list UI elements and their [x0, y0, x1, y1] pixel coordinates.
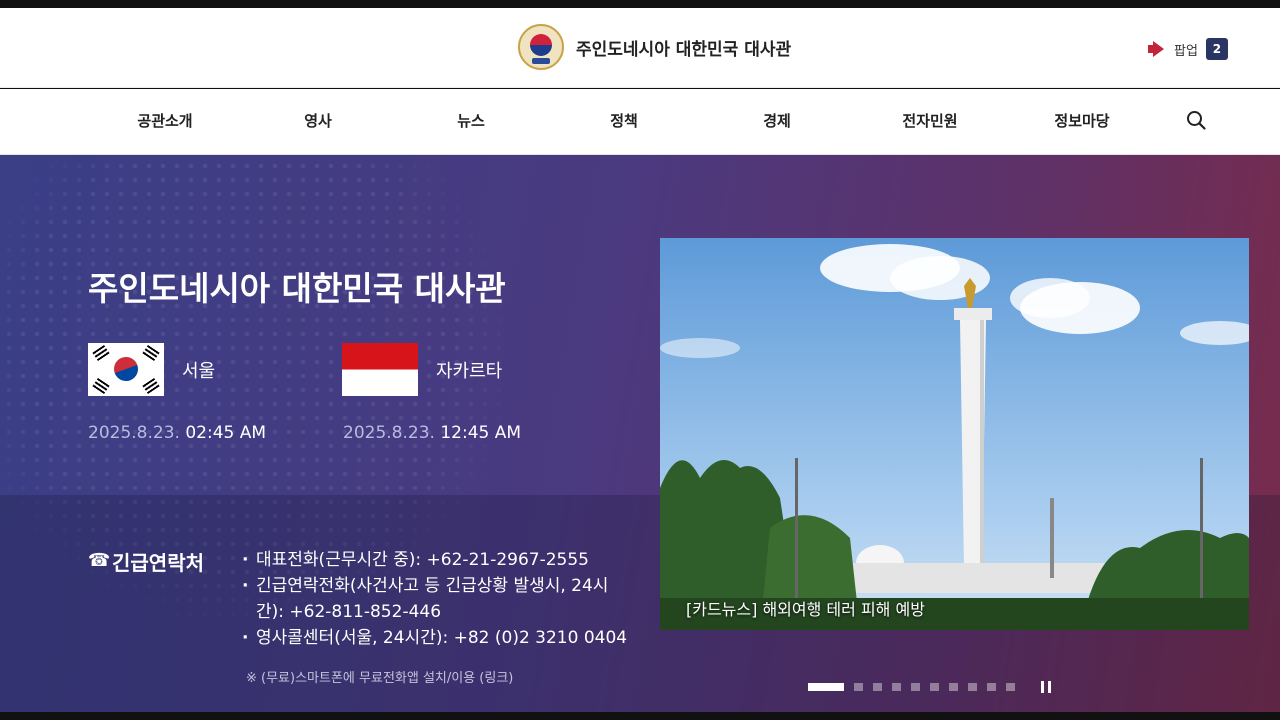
nav-item-policy[interactable]: 정책 [610, 110, 638, 131]
news-caption: [카드뉴스] 해외여행 테러 피해 예방 [686, 600, 925, 619]
top-edge [0, 0, 1280, 8]
monas-photo [660, 238, 1249, 630]
main-nav: 공관소개 영사 뉴스 정책 경제 전자민원 정보마당 [0, 89, 1280, 155]
nav-item-consular[interactable]: 영사 [304, 110, 332, 131]
contact-item-call-center: 영사콜센터(서울, 24시간): +82 (0)2 3210 0404 [242, 625, 632, 651]
contact-item-emergency: 긴급연락전화(사건사고 등 긴급상황 발생시, 24시간): +62-811-8… [242, 573, 632, 625]
megaphone-icon [1148, 41, 1166, 57]
seoul-time: 2025.8.23. 02:45 AM [88, 423, 266, 443]
emergency-contact-list: 대표전화(근무시간 중): +62-21-2967-2555 긴급연락전화(사건… [242, 547, 632, 651]
date-text: 2025.8.23. [88, 423, 180, 443]
slide-dot-9[interactable] [987, 683, 996, 691]
popup-count-badge: 2 [1205, 38, 1228, 60]
site-header: 주인도네시아 대한민국 대사관 팝업 2 [0, 8, 1280, 88]
nav-item-news[interactable]: 뉴스 [457, 110, 485, 131]
slide-dot-7[interactable] [949, 683, 958, 691]
embassy-emblem-icon [518, 24, 564, 70]
slide-dot-4[interactable] [892, 683, 901, 691]
nav-item-about[interactable]: 공관소개 [137, 110, 192, 131]
nav-item-economy[interactable]: 경제 [763, 110, 791, 131]
site-logo[interactable]: 주인도네시아 대한민국 대사관 [518, 24, 791, 70]
slide-dot-3[interactable] [873, 683, 882, 691]
indonesia-flag-icon [342, 343, 418, 396]
slide-dot-1[interactable] [808, 683, 844, 691]
popup-label: 팝업 [1174, 43, 1198, 59]
popup-button[interactable]: 팝업 2 [1148, 38, 1228, 60]
jakarta-time: 2025.8.23. 12:45 AM [343, 423, 521, 443]
free-call-app-link[interactable]: ※ (무료)스마트폰에 무료전화앱 설치/이용 (링크) [246, 667, 513, 686]
hero-title: 주인도네시아 대한민국 대사관 [88, 269, 506, 308]
hero-section: 주인도네시아 대한민국 대사관 서울 2025.8.23. 02:45 AM 자… [0, 155, 1280, 712]
slide-dot-8[interactable] [968, 683, 977, 691]
nav-item-info[interactable]: 정보마당 [1054, 110, 1109, 131]
contact-item-main: 대표전화(근무시간 중): +62-21-2967-2555 [242, 547, 632, 573]
date-text: 2025.8.23. [343, 423, 435, 443]
slider-pagination [808, 683, 1015, 691]
bottom-edge [0, 712, 1280, 720]
nav-item-e-services[interactable]: 전자민원 [902, 110, 957, 131]
city-seoul: 서울 [88, 343, 215, 396]
time-text: 02:45 AM [185, 423, 267, 443]
search-icon[interactable] [1186, 110, 1206, 130]
slide-dot-10[interactable] [1006, 683, 1015, 691]
korea-flag-icon [88, 343, 164, 396]
city-name: 서울 [182, 360, 216, 382]
city-jakarta: 자카르타 [342, 343, 502, 396]
slide-dot-6[interactable] [930, 683, 939, 691]
slider-pause-button[interactable] [1041, 681, 1051, 693]
site-title: 주인도네시아 대한민국 대사관 [576, 39, 792, 60]
time-text: 12:45 AM [440, 423, 522, 443]
news-slide-card[interactable]: [카드뉴스] 해외여행 테러 피해 예방 [660, 238, 1249, 630]
slide-dot-2[interactable] [854, 683, 863, 691]
emergency-contact-label: 긴급연락처 [112, 551, 204, 575]
city-name: 자카르타 [436, 360, 503, 382]
emergency-contact-heading: 긴급연락처 [88, 547, 204, 576]
slide-dot-5[interactable] [911, 683, 920, 691]
phone-icon [88, 550, 110, 571]
